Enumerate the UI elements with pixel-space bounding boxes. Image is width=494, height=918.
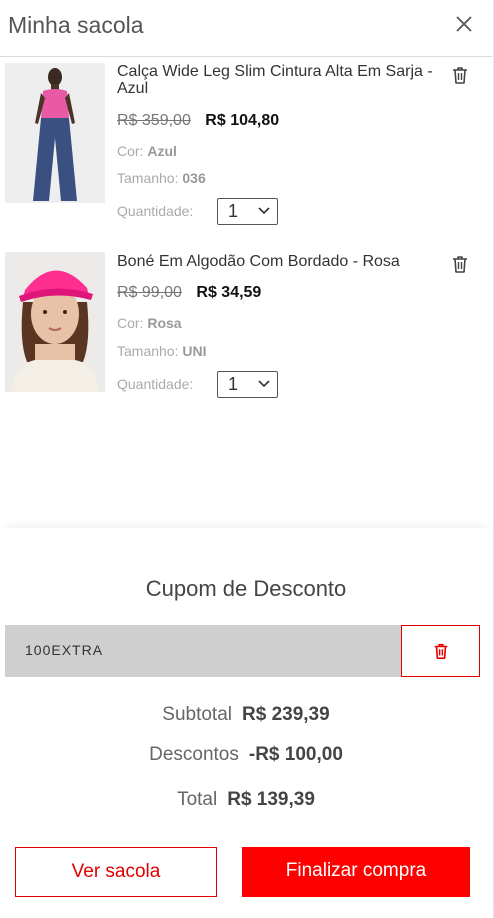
close-button[interactable]	[452, 12, 476, 36]
price-row: R$ 359,00 R$ 104,80	[117, 112, 279, 130]
size-attribute: Tamanho: 036	[117, 170, 206, 186]
size-value: UNI	[182, 343, 207, 359]
total-label: Total	[177, 789, 218, 810]
discount-row: Descontos -R$ 100,00	[0, 744, 492, 766]
original-price: R$ 359,00	[117, 112, 191, 129]
product-name[interactable]: Calça Wide Leg Slim Cintura Alta Em Sarj…	[117, 63, 437, 97]
size-attribute: Tamanho: UNI	[117, 343, 207, 359]
subtotal-row: Subtotal R$ 239,39	[0, 704, 492, 726]
color-value: Azul	[147, 143, 177, 159]
coupon-title: Cupom de Desconto	[145, 576, 347, 601]
discount-label: Descontos	[149, 744, 239, 765]
size-label: Tamanho:	[117, 170, 179, 186]
chevron-down-icon	[258, 380, 270, 388]
remove-item-button[interactable]	[450, 65, 470, 85]
price-row: R$ 99,00 R$ 34,59	[117, 284, 261, 302]
bag-footer: Cupom de Desconto 100EXTRA Subtotal R$ 23…	[0, 528, 492, 918]
size-value: 036	[182, 170, 206, 186]
sale-price: R$ 104,80	[205, 112, 280, 129]
color-attribute: Cor: Azul	[117, 143, 177, 159]
subtotal-label: Subtotal	[162, 704, 233, 725]
cart-item: Boné Em Algodão Com Bordado - Rosa R$ 99…	[0, 250, 492, 410]
close-icon	[456, 16, 472, 32]
product-image[interactable]	[5, 63, 105, 203]
drawer-header: Minha sacola	[0, 0, 492, 57]
size-label: Tamanho:	[117, 343, 179, 359]
quantity-label: Quantidade:	[117, 203, 194, 219]
total-row: Total R$ 139,39	[0, 789, 492, 811]
product-image[interactable]	[5, 252, 105, 392]
color-label: Cor:	[117, 315, 144, 331]
trash-icon	[453, 256, 467, 273]
trash-icon	[434, 643, 448, 660]
chevron-down-icon	[258, 207, 270, 215]
cart-item: Calça Wide Leg Slim Cintura Alta Em Sarj…	[0, 58, 492, 238]
quantity-value: 1	[228, 201, 239, 221]
color-attribute: Cor: Rosa	[117, 315, 182, 331]
quantity-label: Quantidade:	[117, 376, 194, 392]
subtotal-value: R$ 239,39	[242, 704, 330, 725]
coupon-code-field[interactable]: 100EXTRA	[5, 625, 401, 677]
total-value: R$ 139,39	[227, 789, 315, 810]
original-price: R$ 99,00	[117, 284, 182, 301]
sale-price: R$ 34,59	[196, 284, 262, 301]
quantity-value: 1	[228, 374, 239, 394]
quantity-select[interactable]: 1	[217, 371, 278, 398]
view-bag-button[interactable]: Ver sacola	[15, 847, 217, 897]
quantity-select[interactable]: 1	[217, 198, 278, 225]
checkout-button[interactable]: Finalizar compra	[242, 847, 470, 897]
remove-item-button[interactable]	[450, 254, 470, 274]
bag-drawer: Minha sacola Calça Wide Leg Slim Cintura…	[0, 0, 494, 918]
page-title: Minha sacola	[8, 12, 144, 38]
product-name[interactable]: Boné Em Algodão Com Bordado - Rosa	[117, 253, 437, 270]
color-label: Cor:	[117, 143, 144, 159]
coupon-code: 100EXTRA	[25, 642, 104, 658]
remove-coupon-button[interactable]	[401, 625, 480, 677]
color-value: Rosa	[147, 315, 182, 331]
trash-icon	[453, 67, 467, 84]
discount-value: -R$ 100,00	[248, 744, 343, 765]
